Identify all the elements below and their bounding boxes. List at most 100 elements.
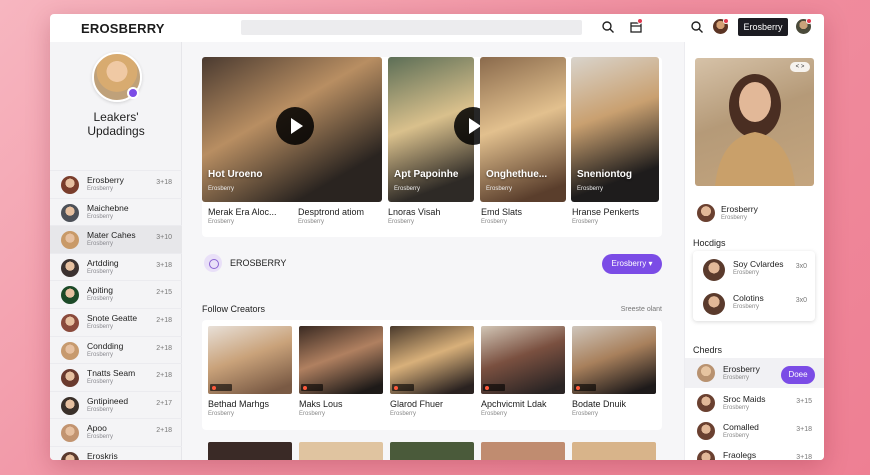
right-sidebar: < > Erosberry Erosberry Hocdigs Soy Cvla… — [684, 42, 824, 460]
card-name[interactable]: Soy Cvlardes — [733, 259, 784, 269]
hero-image[interactable]: < > — [695, 58, 814, 186]
featured-caption-sub: Erosberry — [481, 219, 508, 225]
friend-count: 3+18 — [156, 261, 172, 269]
friend-name: Erosberry — [87, 175, 124, 185]
sidebar-friend-item[interactable]: Gntipineed Erosberry 2+17 — [50, 390, 182, 419]
friend-avatar — [61, 176, 79, 194]
creator-sub: Erosberry — [481, 411, 508, 417]
sidebar-friend-item[interactable]: Snote Geatte Erosberry 2+18 — [50, 307, 182, 336]
featured-caption-sub: Erosberry — [572, 219, 599, 225]
friend-avatar — [61, 369, 79, 388]
featured-strip: Hot Uroeno Erosberry Apt Papoinhe Erosberry… — [202, 57, 662, 237]
creator-image — [572, 326, 656, 394]
left-sidebar: Leakers' Updadings Erosberry Erosberry 3+1… — [50, 42, 182, 460]
creator-card[interactable]: Maks Lous Erosberry — [299, 326, 383, 417]
card-name[interactable]: Colotins — [733, 293, 764, 303]
live-tag — [301, 384, 323, 391]
friend-name: Artdding — [87, 257, 119, 268]
brand-row-button[interactable]: Erosberry ▾ — [602, 254, 662, 274]
sidebar-friend-item[interactable]: Erosberry Erosberry 3+18 — [50, 170, 182, 198]
verified-icon — [127, 87, 139, 99]
see-all-link[interactable]: Sreeste olant — [621, 306, 662, 313]
sidebar-friend-item[interactable]: Condding Erosberry 2+18 — [50, 335, 182, 364]
creator-name: Bethad Marhgs — [208, 399, 270, 409]
brand-logo[interactable]: EROSBERRY — [81, 21, 165, 36]
featured-card[interactable]: Onghethue... Erosberry — [480, 57, 566, 202]
card-count: 3x0 — [795, 297, 807, 304]
friend-name: Mater Cahes — [87, 230, 136, 241]
sidebar-friend-item[interactable]: Maichebne Erosberry — [50, 197, 182, 226]
friend-name: Apiting — [87, 285, 113, 296]
user-avatar[interactable] — [697, 204, 715, 222]
featured-caption[interactable]: Desptrond atiom — [298, 207, 364, 217]
creator-sub: Erosberry — [208, 411, 235, 417]
hero-portrait — [715, 74, 795, 186]
creator-card[interactable]: Bodate Dnuik Erosberry — [572, 326, 656, 417]
creator-card[interactable]: Apchvicmit Ldak Erosberry — [481, 326, 565, 417]
creator-image[interactable] — [208, 442, 292, 460]
chat-name[interactable]: Comalled — [723, 422, 759, 432]
creator-image[interactable] — [572, 442, 656, 460]
friend-name: Gntipineed — [87, 395, 129, 406]
brand-row-label: EROSBERRY — [230, 258, 287, 268]
header-brand-button[interactable]: Erosberry — [738, 18, 788, 36]
sidebar-friend-item[interactable]: Apiting Erosberry 2+15 — [50, 280, 182, 308]
section-title: Chedrs — [693, 345, 723, 355]
search-input[interactable] — [241, 20, 582, 35]
creator-sub: Erosberry — [572, 411, 599, 417]
friend-avatar — [61, 341, 79, 360]
featured-caption[interactable]: Merak Era Aloc... — [208, 207, 277, 217]
featured-card[interactable]: Sneniontog Erosberry — [571, 57, 659, 202]
notification-badge — [806, 18, 812, 24]
creator-image[interactable] — [390, 442, 474, 460]
sidebar-friend-item[interactable]: Tnatts Seam Erosberry 2+18 — [50, 363, 182, 391]
user-sub: Erosberry — [721, 215, 748, 221]
featured-caption[interactable]: Hranse Penkerts — [572, 207, 639, 217]
creator-card[interactable]: Bethad Marhgs Erosberry — [208, 326, 292, 417]
friend-name: Eroskris — [87, 450, 118, 460]
section-title: Hocdigs — [693, 238, 726, 248]
creator-grid-row2 — [202, 440, 662, 460]
friend-count: 2+15 — [156, 289, 172, 297]
creator-card[interactable]: Glarod Fhuer Erosberry — [390, 326, 474, 417]
featured-title: Hot Uroeno — [208, 169, 263, 180]
chat-action-button[interactable]: Doee — [781, 366, 815, 384]
featured-caption[interactable]: Emd Slats — [481, 207, 522, 217]
chat-name[interactable]: Sroc Maids — [723, 394, 766, 404]
sidebar-friend-item[interactable]: Apoo Erosberry 2+18 — [50, 418, 182, 446]
featured-title: Apt Papoinhe — [394, 169, 459, 180]
featured-caption-sub: Erosberry — [388, 219, 415, 225]
sidebar-title: Leakers' Updadings — [87, 110, 145, 138]
sidebar-friend-item[interactable]: Eroskris — [50, 445, 182, 460]
featured-meta: Erosberry — [577, 186, 604, 192]
chat-name[interactable]: Fraolegs — [723, 450, 756, 460]
search-icon[interactable] — [690, 20, 704, 34]
user-name[interactable]: Erosberry — [721, 204, 758, 214]
friend-count: 2+18 — [156, 372, 172, 380]
chat-name: Erosberry — [723, 364, 760, 374]
creator-image — [208, 326, 292, 394]
creator-image[interactable] — [481, 442, 565, 460]
friend-avatar — [61, 451, 79, 460]
creator-image — [299, 326, 383, 394]
search-icon[interactable] — [601, 20, 615, 34]
creator-image[interactable] — [299, 442, 383, 460]
sidebar-friend-item[interactable]: Mater Cahes Erosberry 3+10 — [50, 225, 182, 253]
creator-sub: Erosberry — [299, 411, 326, 417]
featured-caption[interactable]: Lnoras Visah — [388, 207, 440, 217]
friend-sub: Erosberry — [87, 406, 114, 413]
hero-nav-pill[interactable]: < > — [790, 62, 810, 72]
featured-title: Sneniontog — [577, 169, 632, 180]
chat-avatar — [697, 364, 715, 382]
chat-item-active[interactable]: Erosberry Erosberry Doee — [685, 358, 824, 388]
creator-sub: Erosberry — [390, 411, 417, 417]
card-sub: Erosberry — [733, 270, 760, 276]
friend-avatar — [61, 313, 79, 332]
play-icon[interactable] — [276, 107, 314, 145]
chat-avatar — [697, 394, 715, 412]
friend-sub: Erosberry — [87, 241, 114, 248]
creator-grid: Bethad Marhgs Erosberry Maks Lous Erosberry… — [202, 320, 662, 430]
friend-count: 3+10 — [156, 234, 172, 242]
sidebar-friend-item[interactable]: Artdding Erosberry 3+18 — [50, 252, 182, 281]
creator-image — [390, 326, 474, 394]
